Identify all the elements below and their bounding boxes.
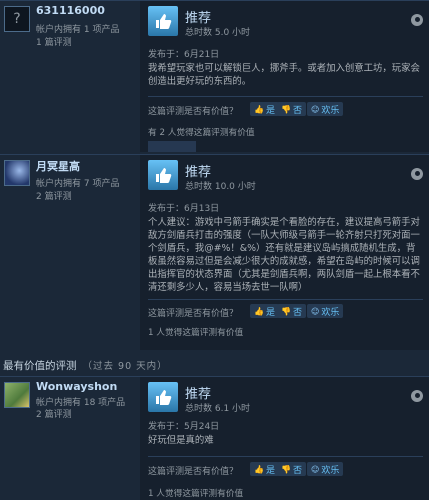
vote-funny-label: 欢乐 <box>321 307 340 318</box>
helpful-count: 1 人觉得这篇评测有价值 <box>148 328 244 338</box>
vote-yes-button[interactable]: 👍 是 <box>250 304 279 318</box>
thumbs-up-icon: 👍 <box>254 306 264 316</box>
avatar[interactable]: ? <box>4 6 30 32</box>
section-subtitle: （过去 90 天内） <box>82 361 168 372</box>
steam-icon <box>411 168 423 180</box>
thumbs-up-icon: 👍 <box>254 464 264 474</box>
vote-funny-label: 欢乐 <box>321 465 340 476</box>
review-card: ? 631116000 帐户内拥有 1 项产品 1 篇评测 推荐 总时数 5.0… <box>0 0 429 152</box>
hours-played: 总时数 6.1 小时 <box>185 404 251 414</box>
vote-yes-button[interactable]: 👍 是 <box>250 462 279 476</box>
smiley-icon: ☺ <box>311 306 320 316</box>
thumbs-up-icon <box>148 6 178 36</box>
reviewer-review-count[interactable]: 2 篇评测 <box>36 407 72 420</box>
avatar[interactable] <box>4 160 30 186</box>
vote-yes-label: 是 <box>265 307 275 318</box>
steam-icon <box>411 390 423 402</box>
thumbs-down-icon: 👎 <box>281 104 291 114</box>
vote-yes-label: 是 <box>265 465 275 476</box>
vote-no-label: 否 <box>292 105 302 116</box>
reviewer-name[interactable]: Wonwayshon <box>36 380 117 393</box>
smiley-icon: ☺ <box>311 464 320 474</box>
smiley-icon: ☺ <box>311 104 320 114</box>
vote-funny-button[interactable]: ☺ 欢乐 <box>307 304 344 318</box>
posted-date: 发布于：6月13日 <box>148 204 220 214</box>
section-title: 最有价值的评测 <box>3 360 77 372</box>
divider <box>148 456 423 457</box>
reviewer-panel: Wonwayshon 帐户内拥有 18 项产品 2 篇评测 <box>0 376 140 500</box>
review-verdict[interactable]: 推荐 <box>185 7 211 26</box>
review-body: 个人建议：游戏中弓箭手确实是个看脸的存在，建议提高弓箭手对敌方剑盾兵打击的强度（… <box>148 217 420 293</box>
vote-funny-button[interactable]: ☺ 欢乐 <box>307 102 344 116</box>
divider <box>148 299 423 300</box>
reviewer-name[interactable]: 631116000 <box>36 4 105 17</box>
review-content: 推荐 总时数 5.0 小时 发布于：6月21日 我希望玩家也可以解锁巨人，挪斧手… <box>141 0 429 152</box>
reviewer-panel: ? 631116000 帐户内拥有 1 项产品 1 篇评测 <box>0 0 140 152</box>
hours-played: 总时数 10.0 小时 <box>185 182 256 192</box>
vote-yes-button[interactable]: 👍 是 <box>250 102 279 116</box>
vote-no-button[interactable]: 👎 否 <box>277 304 306 318</box>
hours-played: 总时数 5.0 小时 <box>185 28 251 38</box>
vote-no-label: 否 <box>292 465 302 476</box>
posted-date: 发布于：6月21日 <box>148 50 220 60</box>
avatar-placeholder-icon: ? <box>13 11 21 27</box>
reviewer-name[interactable]: 月冥星高 <box>36 158 80 174</box>
review-body: 我希望玩家也可以解锁巨人，挪斧手。或者加入创意工坊，玩家会创造出更好玩的东西的。 <box>148 63 420 87</box>
vote-no-button[interactable]: 👎 否 <box>277 462 306 476</box>
thumbs-down-icon: 👎 <box>281 306 291 316</box>
review-verdict[interactable]: 推荐 <box>185 383 211 402</box>
vote-no-button[interactable]: 👎 否 <box>277 102 306 116</box>
divider <box>148 96 423 97</box>
review-card: 月冥星高 帐户内拥有 7 项产品 2 篇评测 推荐 总时数 10.0 小时 发布… <box>0 154 429 350</box>
posted-date: 发布于：5月24日 <box>148 422 220 432</box>
helpful-question: 这篇评测是否有价值？ <box>148 309 239 319</box>
vote-no-label: 否 <box>292 307 302 318</box>
reviewer-review-count[interactable]: 2 篇评测 <box>36 189 72 202</box>
thumbs-up-icon <box>148 382 178 412</box>
review-verdict[interactable]: 推荐 <box>185 161 211 180</box>
vote-funny-button[interactable]: ☺ 欢乐 <box>307 462 344 476</box>
faded-award-button <box>148 141 196 152</box>
avatar[interactable] <box>4 382 30 408</box>
steam-icon <box>411 14 423 26</box>
reviewer-panel: 月冥星高 帐户内拥有 7 项产品 2 篇评测 <box>0 154 140 350</box>
section-heading: 最有价值的评测 （过去 90 天内） <box>0 358 429 376</box>
review-card: Wonwayshon 帐户内拥有 18 项产品 2 篇评测 推荐 总时数 6.1… <box>0 376 429 500</box>
thumbs-up-icon <box>148 160 178 190</box>
reviewer-products: 帐户内拥有 1 项产品 <box>36 25 120 35</box>
thumbs-down-icon: 👎 <box>281 464 291 474</box>
vote-funny-label: 欢乐 <box>321 105 340 116</box>
vote-yes-label: 是 <box>265 105 275 116</box>
helpful-count: 有 2 人觉得这篇评测有价值 <box>148 128 255 138</box>
reviewer-products: 帐户内拥有 7 项产品 <box>36 179 120 189</box>
thumbs-up-icon: 👍 <box>254 104 264 114</box>
review-content: 推荐 总时数 6.1 小时 发布于：5月24日 好玩但是真的难 这篇评测是否有价… <box>141 376 429 500</box>
helpful-count: 1 人觉得这篇评测有价值 <box>148 489 244 499</box>
reviewer-review-count[interactable]: 1 篇评测 <box>36 35 72 48</box>
helpful-question: 这篇评测是否有价值？ <box>148 107 239 117</box>
helpful-question: 这篇评测是否有价值？ <box>148 467 239 477</box>
review-body: 好玩但是真的难 <box>148 435 214 446</box>
review-content: 推荐 总时数 10.0 小时 发布于：6月13日 个人建议：游戏中弓箭手确实是个… <box>141 154 429 350</box>
